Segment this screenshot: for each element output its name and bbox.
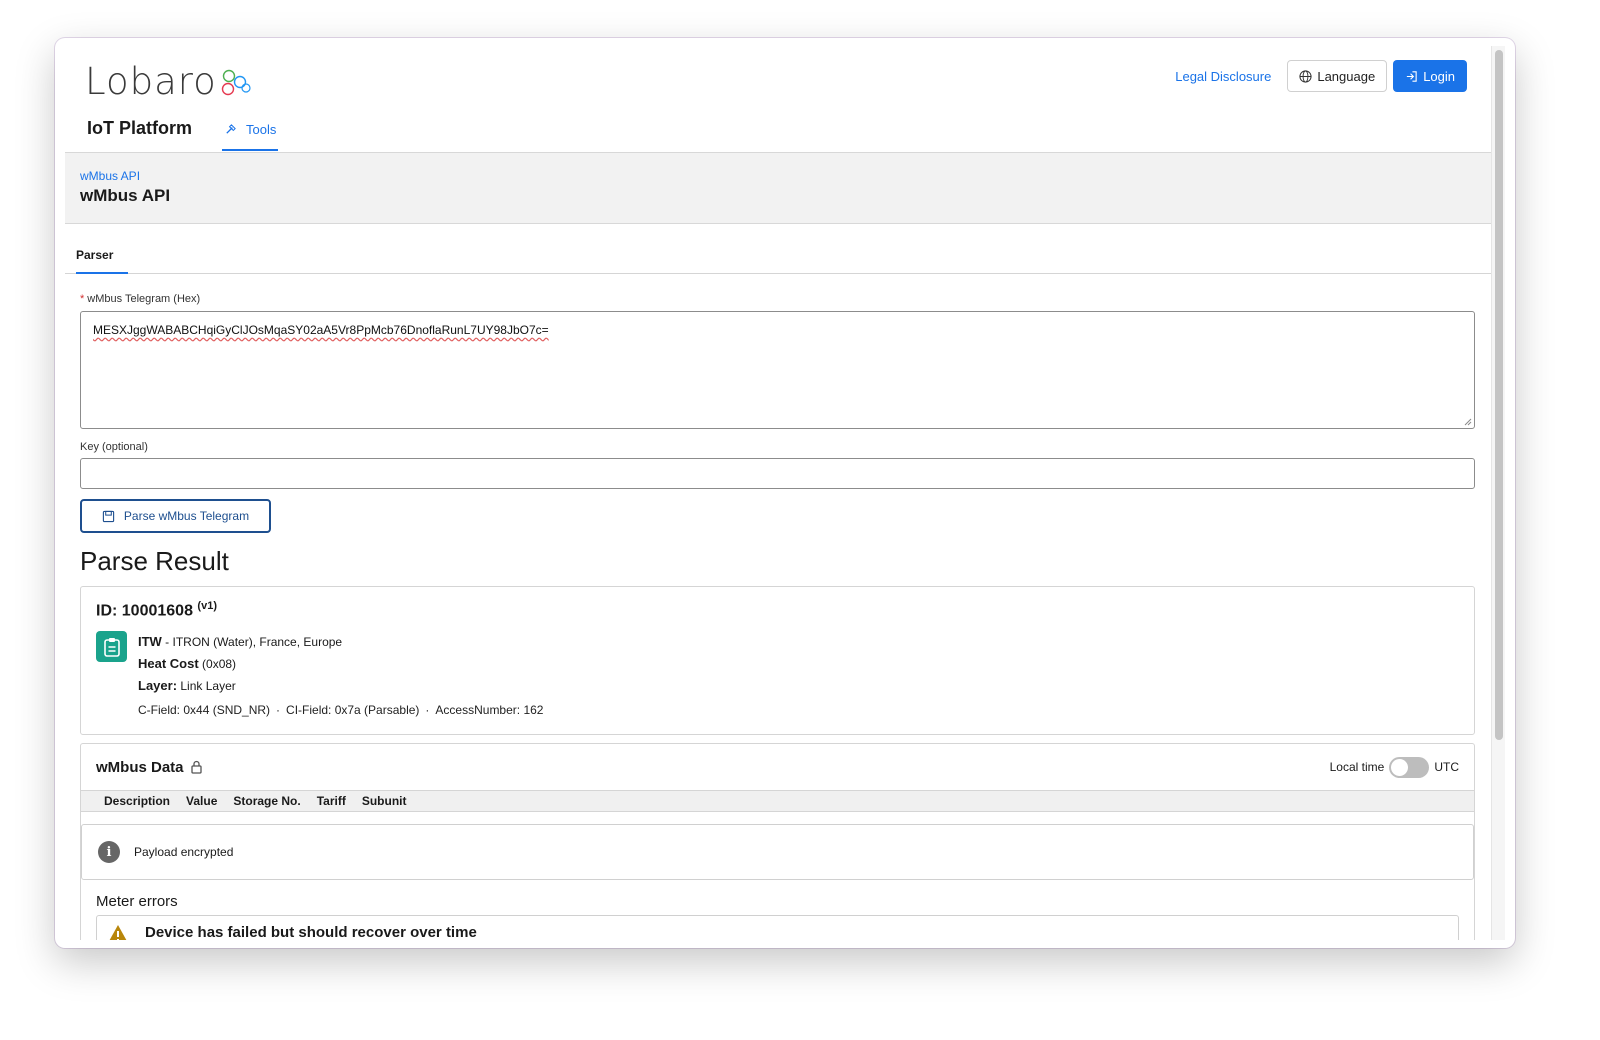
language-label: Language [1317,68,1376,84]
device-details: ITW - ITRON (Water), France, Europe Heat… [96,631,1459,697]
required-marker: * [80,293,85,305]
col-tariff[interactable]: Tariff [317,794,346,808]
manufacturer-code: ITW [138,634,162,650]
telegram-textarea[interactable]: MESXJggWABABCHqiGyClJOsMqaSY02aA5Vr8PpMc… [80,311,1475,429]
layer-line: Layer: Link Layer [138,675,342,697]
col-subunit[interactable]: Subunit [362,794,407,808]
platform-title[interactable]: IoT Platform [87,118,192,151]
telegram-label-text: wMbus Telegram (Hex) [87,293,201,305]
col-value[interactable]: Value [186,794,217,808]
data-title: wMbus Data [96,759,203,776]
manufacturer-desc: - ITRON (Water), France, Europe [165,635,343,650]
lobaro-logo[interactable]: Lobaro [85,60,251,103]
breadcrumb[interactable]: wMbus API [80,169,1476,183]
vertical-scrollbar[interactable] [1491,46,1505,940]
page-header: wMbus API wMbus API [65,152,1491,224]
resize-handle-icon[interactable] [1464,418,1472,426]
manufacturer-line: ITW - ITRON (Water), France, Europe [138,631,342,653]
device-info: ITW - ITRON (Water), France, Europe Heat… [138,631,342,697]
site-header: Lobaro Legal Disclosure Language Login I… [65,46,1491,152]
ci-field: CI-Field: 0x7a (Parsable) [286,703,420,718]
lock-icon [190,760,202,774]
page-title: wMbus API [80,186,171,205]
scrollbar-thumb[interactable] [1495,50,1503,740]
data-title-text: wMbus Data [96,758,184,776]
save-icon [102,510,115,522]
parser-content: * wMbus Telegram (Hex) MESXJggWABABCHqiGy… [65,293,1491,940]
access-number: AccessNumber: 162 [435,703,544,718]
warning-icon [109,925,127,940]
utc-switch[interactable] [1389,756,1430,778]
utc-label: UTC [1434,760,1459,774]
parse-button-label: Parse wMbus Telegram [123,509,250,523]
meter-errors-heading: Meter errors [96,893,178,910]
encrypted-notice: i Payload encrypted [81,824,1474,880]
layer-label: Layer: [138,678,178,694]
device-type: Heat Cost [138,656,199,672]
device-type-code: (0x08) [202,657,237,672]
device-id-text: ID: 10001608 [96,602,193,620]
c-field: C-Field: 0x44 (SND_NR) [138,703,271,718]
parse-telegram-button[interactable]: Parse wMbus Telegram [80,499,271,533]
layer-value: Link Layer [180,679,236,694]
tool-icon [226,124,236,134]
wmbus-data-card: wMbus Data Local time UTC Description Va… [80,743,1475,940]
login-button[interactable]: Login [1393,60,1467,92]
key-field-label: Key (optional) [80,441,148,453]
main-nav: IoT Platform Tools [87,118,279,151]
page-viewport: Lobaro Legal Disclosure Language Login I… [65,46,1491,940]
browser-window: Lobaro Legal Disclosure Language Login I… [55,38,1515,948]
time-toggle: Local time UTC [1329,756,1459,778]
device-id: ID: 10001608 (v1) [96,600,1459,620]
tab-parser[interactable]: Parser [76,248,128,274]
telegram-field-label: * wMbus Telegram (Hex) [80,293,1475,305]
subtabs: Parser [65,224,1491,274]
meta-separator: · [425,703,430,718]
logo-molecule-icon [221,69,251,95]
login-icon [1407,70,1417,82]
device-card: ID: 10001608 (v1) ITW - ITRON (Water), F… [80,586,1475,735]
notice-text: Payload encrypted [134,845,234,859]
tab-tools-label: Tools [246,122,277,137]
local-time-label: Local time [1329,760,1385,774]
meter-error-item: Device has failed but should recover ove… [96,915,1459,940]
tab-tools[interactable]: Tools [222,122,279,151]
device-type-line: Heat Cost (0x08) [138,653,342,675]
data-card-header: wMbus Data Local time UTC [81,744,1474,790]
meter-error-text: Device has failed but should recover ove… [145,924,477,940]
language-button[interactable]: Language [1287,60,1388,92]
device-version: (v1) [197,600,217,612]
col-description[interactable]: Description [104,794,170,808]
legal-disclosure-link[interactable]: Legal Disclosure [1175,69,1271,84]
meta-separator: · [276,703,281,718]
key-input[interactable] [80,458,1475,489]
top-actions: Legal Disclosure Language Login [1175,60,1467,92]
data-table-header: Description Value Storage No. Tariff Sub… [81,790,1474,812]
col-storage-no[interactable]: Storage No. [233,794,300,808]
clipboard-icon [96,631,127,663]
logo-text: Lobaro [85,60,217,103]
login-label: Login [1423,68,1455,84]
switch-knob [1391,758,1409,776]
info-icon: i [98,841,120,863]
parse-result-heading: Parse Result [80,546,229,576]
frame-meta: C-Field: 0x44 (SND_NR) · CI-Field: 0x7a (P… [138,703,1459,717]
globe-icon [1299,69,1312,83]
telegram-value: MESXJggWABABCHqiGyClJOsMqaSY02aA5Vr8PpMc… [93,323,549,337]
